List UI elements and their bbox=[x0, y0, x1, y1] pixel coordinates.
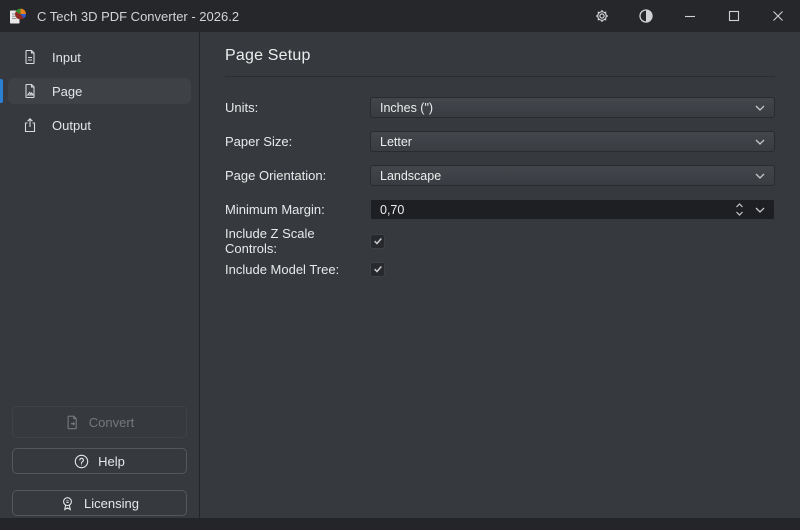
sidebar-item-output[interactable]: Output bbox=[8, 112, 191, 138]
checkmark-icon bbox=[373, 238, 382, 245]
page-setup-form: Units: Inches (") Paper Size: Letter Pag… bbox=[225, 97, 775, 277]
minimize-icon bbox=[683, 9, 697, 23]
page-orientation-label: Page Orientation: bbox=[225, 168, 327, 183]
help-button[interactable]: Help bbox=[12, 448, 187, 474]
title-divider bbox=[225, 76, 775, 77]
licensing-button[interactable]: Licensing bbox=[12, 490, 187, 516]
maximize-icon bbox=[727, 9, 741, 23]
page-orientation-row: Page Orientation: Landscape bbox=[225, 165, 775, 186]
sidebar: Input Page Output Convert Help Licensing bbox=[0, 32, 200, 518]
title-bar: C Tech 3D PDF Converter - 2026.2 bbox=[0, 0, 800, 32]
paper-size-select[interactable]: Letter bbox=[370, 131, 775, 152]
titlebar-actions bbox=[580, 0, 800, 32]
include-z-scale-label: Include Z Scale Controls: bbox=[225, 226, 315, 256]
window-title: C Tech 3D PDF Converter - 2026.2 bbox=[37, 8, 240, 24]
minimum-margin-input[interactable]: 0,70 bbox=[370, 199, 775, 220]
document-lines-icon bbox=[22, 49, 38, 65]
selected-item-accent bbox=[0, 79, 3, 103]
licensing-button-label: Licensing bbox=[84, 495, 139, 511]
theme-toggle-button[interactable] bbox=[624, 0, 668, 32]
chevron-down-icon bbox=[755, 139, 765, 145]
spinner-up-down-icon[interactable] bbox=[735, 202, 744, 217]
sidebar-item-label: Input bbox=[52, 49, 81, 65]
app-window: C Tech 3D PDF Converter - 2026.2 Input P… bbox=[0, 0, 800, 530]
units-select-value: Inches (") bbox=[380, 100, 434, 115]
export-icon bbox=[22, 117, 38, 133]
include-z-scale-row: Include Z Scale Controls: bbox=[225, 226, 775, 256]
help-circle-icon bbox=[74, 454, 89, 469]
units-select[interactable]: Inches (") bbox=[370, 97, 775, 118]
chevron-down-icon bbox=[755, 173, 765, 179]
minimum-margin-row: Minimum Margin: 0,70 bbox=[225, 199, 775, 220]
page-title: Page Setup bbox=[225, 47, 311, 64]
page-orientation-select-value: Landscape bbox=[380, 168, 442, 183]
close-icon bbox=[771, 9, 785, 23]
paper-size-label: Paper Size: bbox=[225, 134, 293, 149]
page-orientation-select[interactable]: Landscape bbox=[370, 165, 775, 186]
minimum-margin-value: 0,70 bbox=[380, 202, 405, 217]
chevron-down-icon[interactable] bbox=[755, 207, 765, 213]
app-logo-icon bbox=[10, 8, 26, 24]
maximize-button[interactable] bbox=[712, 0, 756, 32]
document-image-icon bbox=[22, 83, 38, 99]
window-body: Input Page Output Convert Help Licensing… bbox=[0, 32, 800, 518]
sidebar-item-label: Output bbox=[52, 117, 92, 133]
convert-button-label: Convert bbox=[88, 414, 135, 430]
gear-icon bbox=[594, 8, 610, 24]
main-panel: Page Setup Units: Inches (") Paper Size: bbox=[200, 32, 800, 518]
units-row: Units: Inches (") bbox=[225, 97, 775, 118]
sidebar-item-input[interactable]: Input bbox=[8, 44, 191, 70]
chevron-down-icon bbox=[755, 105, 765, 111]
include-model-tree-row: Include Model Tree: bbox=[225, 261, 775, 277]
settings-button[interactable] bbox=[580, 0, 624, 32]
include-model-tree-checkbox[interactable] bbox=[370, 261, 385, 277]
include-model-tree-label: Include Model Tree: bbox=[225, 261, 340, 277]
convert-button[interactable]: Convert bbox=[12, 406, 187, 438]
sidebar-buttons: Convert Help Licensing bbox=[0, 406, 199, 518]
paper-size-select-value: Letter bbox=[380, 134, 412, 149]
include-z-scale-checkbox[interactable] bbox=[370, 233, 385, 249]
close-button[interactable] bbox=[756, 0, 800, 32]
minimize-button[interactable] bbox=[668, 0, 712, 32]
license-badge-icon bbox=[60, 496, 75, 511]
minimum-margin-label: Minimum Margin: bbox=[225, 202, 325, 217]
help-button-label: Help bbox=[98, 453, 125, 469]
sidebar-item-page[interactable]: Page bbox=[8, 78, 191, 104]
paper-size-row: Paper Size: Letter bbox=[225, 131, 775, 152]
sidebar-item-label: Page bbox=[52, 83, 83, 99]
window-bottom-edge bbox=[0, 518, 800, 530]
contrast-icon bbox=[638, 8, 654, 24]
convert-file-icon bbox=[65, 415, 80, 430]
units-label: Units: bbox=[225, 100, 259, 115]
checkmark-icon bbox=[373, 266, 382, 273]
